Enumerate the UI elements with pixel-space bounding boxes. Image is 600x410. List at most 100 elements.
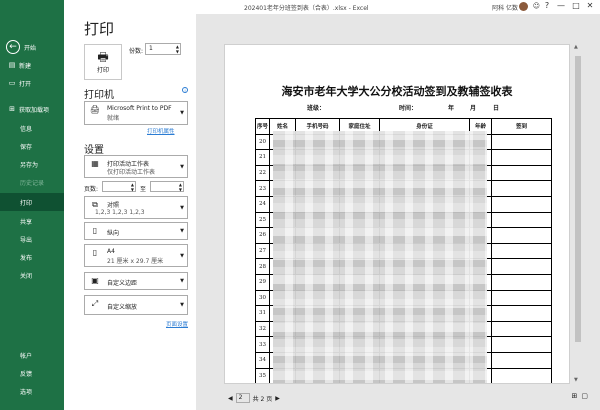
table-cell — [491, 320, 552, 338]
title-bar: 202401老年分班签到表（合表）.xlsx - Excel 阿科 亿数 ☺ ?… — [64, 0, 600, 14]
table-cell — [491, 336, 552, 353]
prev-page-icon[interactable]: ◀ — [228, 395, 233, 402]
paper-size-dropdown[interactable]: ▯ A4 21 厘米 x 29.7 厘米 ▼ — [84, 244, 188, 267]
page-navigator: ◀ 2 共 2 页 ▶ — [228, 393, 280, 403]
sidebar-item-account[interactable]: 帐户 — [0, 346, 64, 364]
chevron-down-icon: ▼ — [180, 163, 184, 170]
settings-heading: 设置 — [84, 145, 104, 156]
sidebar-item-export[interactable]: 导出 — [0, 230, 64, 248]
maximize-icon[interactable]: □ — [569, 1, 583, 13]
scaling-value: 自定义缩放 — [107, 304, 138, 311]
scaling-dropdown[interactable]: ⤢ 自定义缩放 ▼ — [84, 295, 188, 315]
page-number-input[interactable]: 2 — [235, 393, 250, 403]
portrait-icon: ▯ — [92, 226, 98, 235]
row-number: 20 — [255, 133, 270, 151]
printer-heading: 打印机 — [84, 90, 114, 101]
sidebar-item-history: 历史记录 — [0, 173, 64, 191]
sidebar-item-open[interactable]: ▭ 打开 — [0, 74, 64, 92]
info-icon[interactable]: i — [182, 87, 188, 93]
scroll-down-icon[interactable]: ▼ — [574, 377, 578, 383]
addins-icon: ⊞ — [9, 105, 15, 113]
printer-icon: 🖶 — [97, 49, 109, 64]
sidebar-item-new[interactable]: ▤ 新建 — [0, 56, 64, 74]
sidebar-item-home[interactable]: 开始 — [0, 38, 64, 56]
printer-dropdown[interactable]: 🖨 Microsoft Print to PDF 就绪 ▼ — [84, 101, 188, 125]
close-icon[interactable]: ✕ — [583, 1, 597, 13]
collate-title: 对照 — [107, 202, 120, 209]
page-from-input[interactable]: ▲ ▼ — [102, 181, 136, 192]
scroll-up-icon[interactable]: ▲ — [574, 44, 578, 50]
sidebar-item-close[interactable]: 关闭 — [0, 266, 64, 284]
collate-subtitle: 1,2,3 1,2,3 1,2,3 — [95, 209, 145, 216]
row-number: 33 — [255, 336, 270, 353]
year-label: 年 — [448, 105, 455, 112]
sidebar-item-label: 导出 — [20, 236, 33, 244]
row-number: 25 — [255, 211, 270, 229]
sheet-icon: ▦ — [91, 159, 99, 168]
scroll-thumb[interactable] — [575, 56, 581, 342]
user-name[interactable]: 阿科 亿数 — [492, 3, 518, 12]
row-number: 32 — [255, 320, 270, 338]
copies-value: 1 — [149, 45, 153, 52]
print-scope-dropdown[interactable]: ▦ 打印活动工作表 仅打印活动工作表 ▼ — [84, 155, 188, 178]
page-to-input[interactable]: ▲ ▼ — [150, 181, 184, 192]
orientation-dropdown[interactable]: ▯ 纵向 ▼ — [84, 222, 188, 240]
sidebar-item-publish[interactable]: 发布 — [0, 248, 64, 266]
minimize-icon[interactable]: — — [554, 1, 568, 13]
sidebar-item-label: 打开 — [19, 80, 32, 88]
feedback-smiley-icon[interactable]: ☺ — [533, 2, 540, 10]
orientation-value: 纵向 — [107, 230, 120, 237]
pages-label: 页数: — [84, 186, 99, 193]
copies-label: 份数: — [129, 48, 144, 55]
document-title: 202401老年分班签到表（合表）.xlsx - Excel — [244, 5, 369, 12]
sidebar-item-share[interactable]: 共享 — [0, 212, 64, 230]
table-cell — [491, 289, 552, 307]
printer-properties-link[interactable]: 打印机属性 — [147, 127, 175, 135]
sidebar-item-label: 打印 — [20, 199, 33, 207]
table-cell — [491, 180, 552, 197]
row-number: 26 — [255, 227, 270, 244]
month-label: 月 — [470, 105, 477, 112]
sidebar-item-options[interactable]: 选项 — [0, 382, 64, 400]
preview-scrollbar[interactable]: ▲ ▼ — [574, 44, 582, 384]
avatar[interactable] — [519, 2, 528, 11]
page-setup-link[interactable]: 页面设置 — [166, 320, 188, 328]
row-number: 30 — [255, 289, 270, 307]
sidebar-item-info[interactable]: 信息 — [0, 119, 64, 137]
zoom-to-page-icon[interactable]: ▢ — [581, 392, 588, 400]
preview-page: 海安市老年大学大公分校活动签到及教辅签收表 班级： 时间： 年 月 日 序号 姓… — [224, 44, 570, 384]
sidebar-item-feedback[interactable]: 反馈 — [0, 364, 64, 382]
collate-dropdown[interactable]: ⧉ 对照 1,2,3 1,2,3 1,2,3 ▼ — [84, 196, 188, 219]
help-icon[interactable]: ? — [540, 1, 554, 13]
sidebar-item-label: 新建 — [19, 62, 32, 70]
table-cell — [491, 149, 552, 166]
page-total: 共 2 页 — [252, 395, 273, 403]
redacted-region — [273, 131, 487, 383]
chevron-down-icon: ▼ — [180, 228, 184, 234]
sidebar-item-label: 获取加载项 — [19, 106, 50, 114]
show-margins-icon[interactable]: ⊞ — [572, 392, 578, 400]
spinner-icon[interactable]: ▲ ▼ — [179, 182, 182, 192]
sidebar-item-save[interactable]: 保存 — [0, 137, 64, 155]
table-cell — [491, 211, 552, 229]
table-cell — [491, 133, 552, 151]
next-page-icon[interactable]: ▶ — [275, 395, 280, 402]
sidebar-item-print[interactable]: 打印 — [0, 193, 64, 211]
row-number: 34 — [255, 351, 270, 369]
spinner-icon[interactable]: ▲ ▼ — [131, 182, 134, 192]
sidebar-item-addins[interactable]: ⊞ 获取加载项 — [0, 100, 64, 118]
printer-status: 就绪 — [107, 115, 120, 122]
sidebar-item-label: 开始 — [24, 44, 37, 52]
copies-input[interactable]: 1 ▲ ▼ — [145, 43, 181, 55]
copies-spinner-icon[interactable]: ▲ ▼ — [176, 44, 179, 54]
chevron-down-icon: ▼ — [180, 302, 184, 308]
table-cell — [491, 367, 552, 383]
sidebar-item-label: 发布 — [20, 254, 33, 262]
sidebar-item-label: 保存 — [20, 143, 33, 151]
row-number: 23 — [255, 180, 270, 197]
margins-dropdown[interactable]: ▣ 自定义边距 ▼ — [84, 272, 188, 290]
sidebar-item-save-as[interactable]: 另存为 — [0, 155, 64, 173]
paper-size-title: A4 — [107, 248, 115, 255]
table-cell — [491, 351, 552, 369]
print-button[interactable]: 🖶 打印 — [84, 44, 122, 80]
